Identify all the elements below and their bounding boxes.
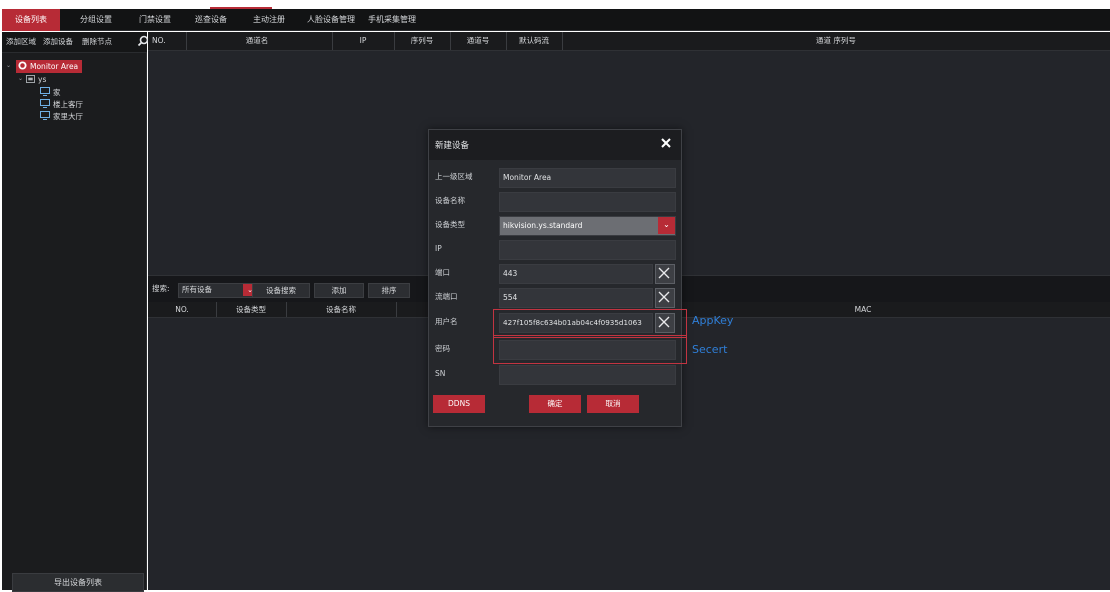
column-header[interactable]: 通道名 (182, 32, 333, 50)
tree-device-label: 家里大厅 (53, 112, 83, 121)
chevron-down-icon[interactable]: ⌄ (6, 62, 11, 69)
device-type-value: hikvision.ys.standard (503, 221, 583, 230)
confirm-button[interactable]: 确定 (529, 395, 581, 413)
sn-label: SN (435, 369, 446, 378)
top-tab-bar: 设备列表 分组设置 门禁设置 巡查设备 主动注册 人脸设备管理 手机采集管理 (2, 9, 1110, 31)
monitor-icon (40, 99, 50, 108)
channel-table-header: NO. 通道名 IP 序列号 通道号 默认码流 通道 序列号 (148, 32, 1110, 51)
column-header[interactable]: NO. (148, 302, 217, 317)
device-filter-value: 所有设备 (182, 285, 212, 294)
column-header[interactable]: IP (332, 32, 395, 50)
column-header[interactable]: 设备类型 (216, 302, 287, 317)
appkey-annotation: AppKey (692, 314, 734, 327)
new-device-dialog: 新建设备 上一级区域 Monitor Area 设备名称 设备类型 hikvis… (428, 129, 682, 427)
parent-area-field[interactable]: Monitor Area (499, 168, 676, 188)
device-type-label: 设备类型 (435, 220, 465, 229)
tree-device-label: 家 (53, 88, 61, 97)
tree-device-label: 楼上客厅 (53, 100, 83, 109)
port-value: 443 (503, 269, 518, 278)
device-name-input[interactable] (499, 192, 676, 212)
column-header[interactable]: 设备名称 (286, 302, 397, 317)
chevron-down-icon[interactable]: ⌄ (658, 217, 675, 234)
add-area-button[interactable]: 添加区域 (6, 32, 36, 52)
tab-active-register[interactable]: 主动注册 (244, 9, 294, 31)
nvr-icon (26, 75, 35, 83)
tab-patrol-device[interactable]: 巡查设备 (186, 9, 236, 31)
tree-group-label: ys (38, 75, 47, 84)
ddns-button[interactable]: DDNS (433, 395, 485, 413)
dialog-title: 新建设备 (435, 141, 470, 151)
search-label: 搜索: (152, 284, 170, 293)
tab-access-control[interactable]: 门禁设置 (132, 9, 178, 31)
username-label: 用户名 (435, 317, 458, 326)
sn-input[interactable] (499, 365, 676, 385)
tree-root-monitor-area[interactable]: Monitor Area (16, 60, 83, 73)
close-icon (658, 291, 670, 303)
password-label: 密码 (435, 344, 450, 353)
monitor-icon (40, 87, 50, 96)
port-input[interactable]: 443 (499, 264, 653, 284)
device-name-label: 设备名称 (435, 196, 465, 205)
parent-area-label: 上一级区域 (435, 172, 473, 181)
dialog-header: 新建设备 (429, 130, 681, 160)
stream-port-input[interactable]: 554 (499, 288, 653, 308)
delete-node-button[interactable]: 删除节点 (82, 32, 112, 52)
stream-port-label: 流端口 (435, 292, 458, 301)
secret-highlight-box (493, 335, 687, 364)
sort-button[interactable]: 排序 (368, 283, 410, 298)
sidebar-toolbar: 添加区域 添加设备 删除节点 (2, 32, 149, 53)
port-label: 端口 (435, 268, 450, 277)
monitor-icon (40, 111, 50, 120)
export-device-list-button[interactable]: 导出设备列表 (12, 573, 144, 592)
tab-face-device[interactable]: 人脸设备管理 (302, 9, 360, 31)
cancel-button[interactable]: 取消 (587, 395, 639, 413)
tab-device-list[interactable]: 设备列表 (2, 9, 60, 31)
chevron-down-icon[interactable]: ⌄ (18, 75, 23, 82)
add-device-button[interactable]: 添加设备 (43, 32, 73, 52)
ip-input[interactable] (499, 240, 676, 260)
device-search-button[interactable]: 设备搜索 (252, 283, 310, 298)
add-button[interactable]: 添加 (314, 283, 364, 298)
close-icon[interactable] (659, 136, 673, 150)
globe-icon (18, 61, 27, 70)
sidebar: 添加区域 添加设备 删除节点 ⌄ Monitor Area ⌄ ys 家 楼上客… (2, 32, 149, 592)
column-header[interactable]: 通道号 (450, 32, 507, 50)
tab-group-settings[interactable]: 分组设置 (66, 9, 126, 31)
tree-group-ys[interactable]: ys (26, 73, 46, 86)
column-header[interactable]: 默认码流 (506, 32, 563, 50)
column-header[interactable]: 通道 序列号 (562, 32, 1110, 50)
tab-accent-line (210, 7, 272, 9)
tab-mobile-capture[interactable]: 手机采集管理 (362, 9, 422, 31)
tree-device-item[interactable]: 家里大厅 (40, 110, 83, 123)
stream-port-value: 554 (503, 293, 518, 302)
appkey-highlight-box (493, 309, 687, 338)
parent-area-value: Monitor Area (503, 173, 552, 182)
tree-root-label: Monitor Area (30, 62, 79, 71)
close-icon (658, 267, 670, 279)
device-filter-select[interactable]: 所有设备 ⌄ (178, 283, 258, 298)
device-type-select[interactable]: hikvision.ys.standard ⌄ (499, 216, 676, 236)
ip-label: IP (435, 244, 442, 253)
column-header[interactable]: 序列号 (394, 32, 451, 50)
clear-stream-port-button[interactable] (655, 288, 675, 308)
secret-annotation: Secert (692, 343, 728, 356)
clear-port-button[interactable] (655, 264, 675, 284)
